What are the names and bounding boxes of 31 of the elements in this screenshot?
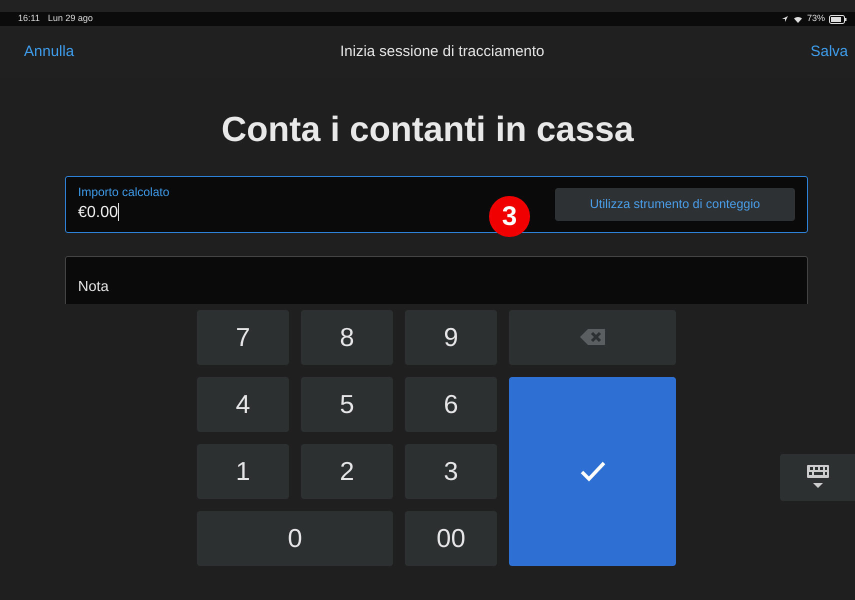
battery-percentage: 73% bbox=[806, 12, 825, 26]
screen-title: Inizia sessione di tracciamento bbox=[340, 42, 544, 62]
status-time: 16:11 bbox=[18, 12, 40, 26]
digit-key[interactable]: 4 bbox=[197, 376, 289, 432]
backspace-key[interactable] bbox=[509, 310, 676, 364]
amount-field[interactable]: €0.00 bbox=[78, 200, 170, 224]
digit-key[interactable]: 3 bbox=[405, 444, 497, 498]
hide-keyboard-button[interactable] bbox=[780, 454, 855, 500]
backspace-icon bbox=[578, 327, 606, 347]
counting-tool-button[interactable]: Utilizza strumento di conteggio bbox=[555, 188, 795, 220]
cancel-button[interactable]: Annulla bbox=[24, 40, 74, 64]
digit-key[interactable]: 7 bbox=[197, 310, 289, 364]
checkmark-icon bbox=[578, 460, 606, 482]
digit-key[interactable]: 9 bbox=[405, 310, 497, 364]
digit-key[interactable]: 8 bbox=[301, 310, 393, 364]
digit-key[interactable]: 5 bbox=[301, 376, 393, 432]
wifi-icon bbox=[792, 15, 803, 23]
field-label: Importo calcolato bbox=[78, 184, 170, 200]
digit-key[interactable]: 00 bbox=[405, 510, 497, 566]
page-heading: Conta i contanti in cassa bbox=[220, 111, 635, 150]
digit-key[interactable]: 6 bbox=[405, 376, 497, 432]
note-field[interactable]: Nota bbox=[65, 256, 808, 304]
keyboard-icon bbox=[804, 464, 830, 490]
digit-key[interactable]: 1 bbox=[197, 444, 289, 498]
save-button[interactable]: Salva bbox=[810, 40, 848, 64]
digit-key[interactable]: 2 bbox=[301, 444, 393, 498]
location-icon bbox=[780, 15, 789, 23]
digit-key[interactable]: 0 bbox=[197, 510, 393, 566]
battery-icon bbox=[829, 14, 847, 24]
status-date: Lun 29 ago bbox=[48, 12, 93, 26]
annotation-badge: 3 bbox=[489, 196, 530, 236]
